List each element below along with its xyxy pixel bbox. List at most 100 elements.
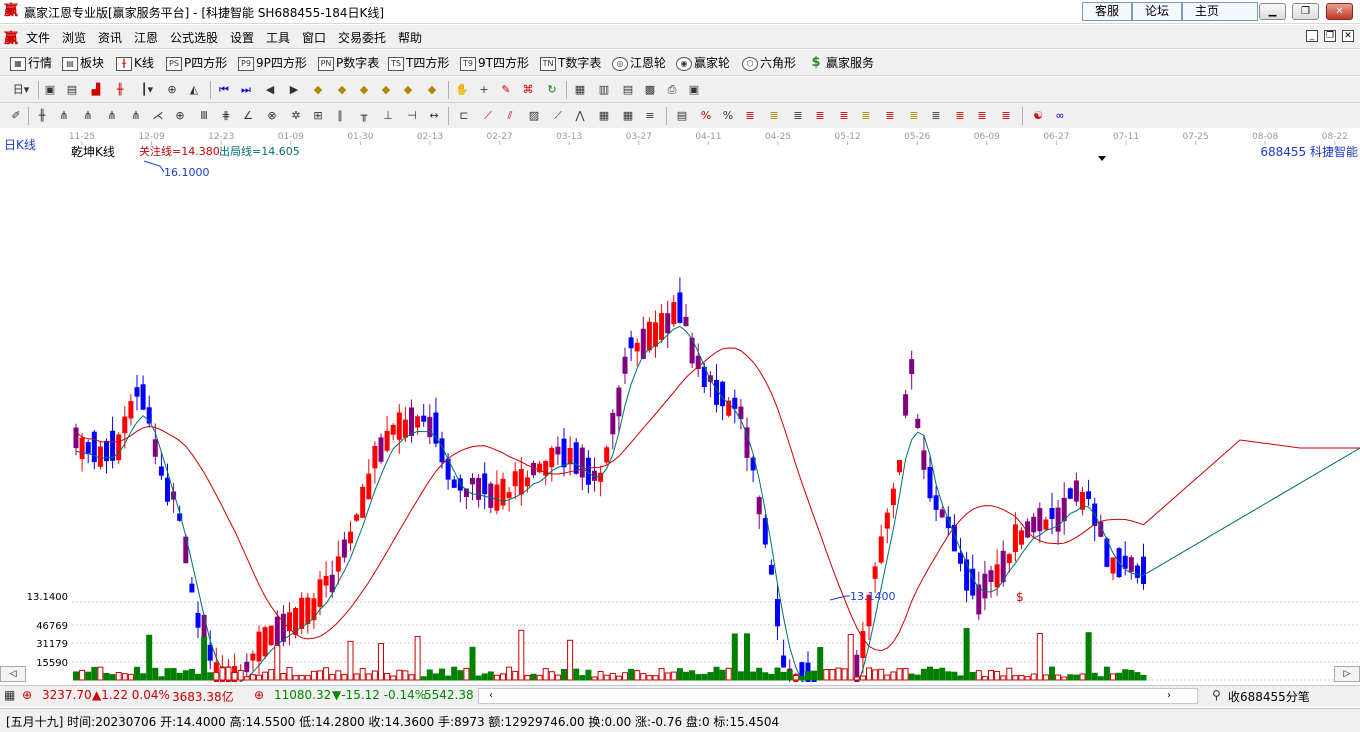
levels-1-icon[interactable]: ≣ bbox=[742, 108, 758, 124]
link-forum[interactable]: 论坛 bbox=[1132, 2, 1182, 21]
yin-yang-icon[interactable]: ☯ bbox=[1030, 108, 1046, 124]
mdi-minimize-icon[interactable]: _ bbox=[1306, 30, 1318, 42]
levels-7-icon[interactable]: ≣ bbox=[882, 108, 898, 124]
menu-formula-screen[interactable]: 公式选股 bbox=[170, 29, 218, 46]
levels-12-icon[interactable]: ≣ bbox=[998, 108, 1014, 124]
bar-chart-icon[interactable]: ▟ bbox=[88, 82, 104, 98]
fork-4-icon[interactable]: ⋔ bbox=[128, 108, 144, 124]
magnet-icon[interactable]: ⌘ bbox=[520, 82, 536, 98]
nav-gann-wheel[interactable]: ◎ 江恩轮 bbox=[612, 54, 666, 72]
line-dropdown-icon[interactable]: ┃▾ bbox=[136, 82, 158, 98]
minimize-button[interactable]: ▁ bbox=[1259, 3, 1286, 20]
refresh-icon[interactable]: ↻ bbox=[544, 82, 560, 98]
trend-up-icon[interactable]: ⟋ bbox=[480, 108, 496, 124]
arrow-down-icon[interactable]: ◆ bbox=[334, 82, 350, 98]
horizontal-scrollbar[interactable]: ‹ › bbox=[478, 688, 1198, 704]
maximize-button[interactable]: ❐ bbox=[1292, 3, 1319, 20]
nav-winner-wheel[interactable]: ◉ 赢家轮 bbox=[676, 54, 730, 72]
nav-9p-square[interactable]: P9 9P四方形 bbox=[238, 54, 307, 72]
levels-2-icon[interactable]: ≣ bbox=[766, 108, 782, 124]
scroll-left-icon[interactable]: ◀ bbox=[262, 82, 278, 98]
calculator-icon[interactable]: ▥ bbox=[596, 82, 612, 98]
nav-9t-square[interactable]: T9 9T四方形 bbox=[460, 54, 529, 72]
print-icon[interactable]: ⎙ bbox=[664, 82, 680, 98]
draw-tool-icon[interactable]: ◭ bbox=[186, 82, 202, 98]
close-button[interactable]: ✕ bbox=[1326, 3, 1353, 20]
levels-8-icon[interactable]: ≣ bbox=[906, 108, 922, 124]
nav-winner-service[interactable]: $ 赢家服务 bbox=[808, 54, 874, 72]
stripes-icon[interactable]: ≡ bbox=[642, 108, 658, 124]
levels-5-icon[interactable]: ≣ bbox=[836, 108, 852, 124]
percent-icon[interactable]: % bbox=[720, 108, 736, 124]
menu-settings[interactable]: 设置 bbox=[230, 29, 254, 46]
nav-p-number[interactable]: PN P数字表 bbox=[318, 54, 379, 72]
scroll-right-button[interactable]: ▷ bbox=[1334, 666, 1360, 682]
mdi-restore-icon[interactable]: ❐ bbox=[1324, 30, 1336, 42]
angle-icon[interactable]: ∠ bbox=[240, 108, 256, 124]
nav-blocks[interactable]: ▤ 板块 bbox=[62, 54, 104, 72]
zoom-in-icon[interactable]: ◆ bbox=[356, 82, 372, 98]
link-home[interactable]: 主页 bbox=[1182, 2, 1258, 21]
nav-kline[interactable]: ╫ K线 bbox=[116, 54, 154, 72]
menu-browse[interactable]: 浏览 bbox=[62, 29, 86, 46]
gann-box-icon[interactable]: ⊗ bbox=[264, 108, 280, 124]
levels-11-icon[interactable]: ≣ bbox=[974, 108, 990, 124]
scroll-right-icon[interactable]: ▶ bbox=[286, 82, 302, 98]
comb-icon[interactable]: ╥ bbox=[356, 108, 372, 124]
watch-label[interactable]: 收688455分笔 bbox=[1228, 688, 1310, 705]
chart-panel[interactable]: 11-25 12-09 12-23 01-09 01-30 02-13 02-27 03-13… bbox=[0, 128, 1360, 682]
menu-gann[interactable]: 江恩 bbox=[134, 29, 158, 46]
scrollbar-right-arrow-icon[interactable]: › bbox=[1161, 689, 1177, 703]
nav-hexagon[interactable]: ⬡ 六角形 bbox=[742, 54, 796, 72]
infinity-icon[interactable]: ∞ bbox=[1052, 108, 1068, 124]
expand-icon[interactable]: ◆ bbox=[400, 82, 416, 98]
mdi-close-icon[interactable]: ✕ bbox=[1342, 30, 1354, 42]
table-grid-icon[interactable]: ▦ bbox=[596, 108, 612, 124]
list-icon[interactable]: ▤ bbox=[674, 108, 690, 124]
cycle-lines-icon[interactable]: Ⅲ bbox=[196, 108, 212, 124]
vertical-lines-icon[interactable]: ╫ bbox=[34, 108, 50, 124]
period-dropdown-icon[interactable]: 日▾ bbox=[8, 82, 34, 98]
fork-3-icon[interactable]: ⋔ bbox=[104, 108, 120, 124]
shrink-icon[interactable]: ◆ bbox=[424, 82, 440, 98]
square-circle-icon[interactable]: ⊞ bbox=[310, 108, 326, 124]
menu-help[interactable]: 帮助 bbox=[398, 29, 422, 46]
levels-10-icon[interactable]: ≣ bbox=[952, 108, 968, 124]
wave-icon[interactable]: ⋀ bbox=[572, 108, 588, 124]
candle-chart-icon[interactable]: ╫ bbox=[112, 82, 128, 98]
nav-p-square[interactable]: PS P四方形 bbox=[166, 54, 227, 72]
pencil-icon[interactable]: ✎ bbox=[498, 82, 514, 98]
link-customer-service[interactable]: 客服 bbox=[1082, 2, 1132, 21]
calendar-icon[interactable]: ▦ bbox=[572, 82, 588, 98]
export-icon[interactable]: ▣ bbox=[686, 82, 702, 98]
fan-icon[interactable]: ⋌ bbox=[150, 108, 166, 124]
chart-style-icon[interactable]: ▣ bbox=[42, 82, 58, 98]
circle-grid-icon[interactable]: ⊕ bbox=[172, 108, 188, 124]
save-icon[interactable]: ▩ bbox=[642, 82, 658, 98]
grid-box-icon[interactable]: ▨ bbox=[526, 108, 542, 124]
diagonal-icon[interactable]: ⟋ bbox=[550, 108, 566, 124]
nav-quotes[interactable]: ▦ 行情 bbox=[10, 54, 52, 72]
period-label[interactable]: 日K线 bbox=[4, 136, 36, 153]
scroll-left-button[interactable]: ◁ bbox=[0, 666, 26, 682]
menu-file[interactable]: 文件 bbox=[26, 29, 50, 46]
zoom-icon[interactable]: ⊕ bbox=[164, 82, 180, 98]
fibonacci-icon[interactable]: ⋕ bbox=[218, 108, 234, 124]
nav-t-square[interactable]: TS T四方形 bbox=[388, 54, 449, 72]
fork-1-icon[interactable]: ⋔ bbox=[56, 108, 72, 124]
span-icon[interactable]: ↔ bbox=[426, 108, 442, 124]
star-icon[interactable]: ✲ bbox=[288, 108, 304, 124]
table-icon[interactable]: ▦ bbox=[4, 688, 15, 702]
menu-trade[interactable]: 交易委托 bbox=[338, 29, 386, 46]
zoom-out-icon[interactable]: ◆ bbox=[378, 82, 394, 98]
menu-tools[interactable]: 工具 bbox=[266, 29, 290, 46]
scrollbar-left-arrow-icon[interactable]: ‹ bbox=[483, 689, 499, 703]
levels-9-icon[interactable]: ≣ bbox=[928, 108, 944, 124]
parallel-lines-icon[interactable]: ∥ bbox=[332, 108, 348, 124]
document-icon[interactable]: ▤ bbox=[64, 82, 80, 98]
channel-icon[interactable]: ⫽ bbox=[502, 108, 518, 124]
hand-icon[interactable]: ✋ bbox=[454, 82, 470, 98]
last-bar-icon[interactable]: ⏭ bbox=[238, 82, 254, 98]
levels-4-icon[interactable]: ≣ bbox=[812, 108, 828, 124]
first-bar-icon[interactable]: ⏮ bbox=[216, 82, 232, 98]
